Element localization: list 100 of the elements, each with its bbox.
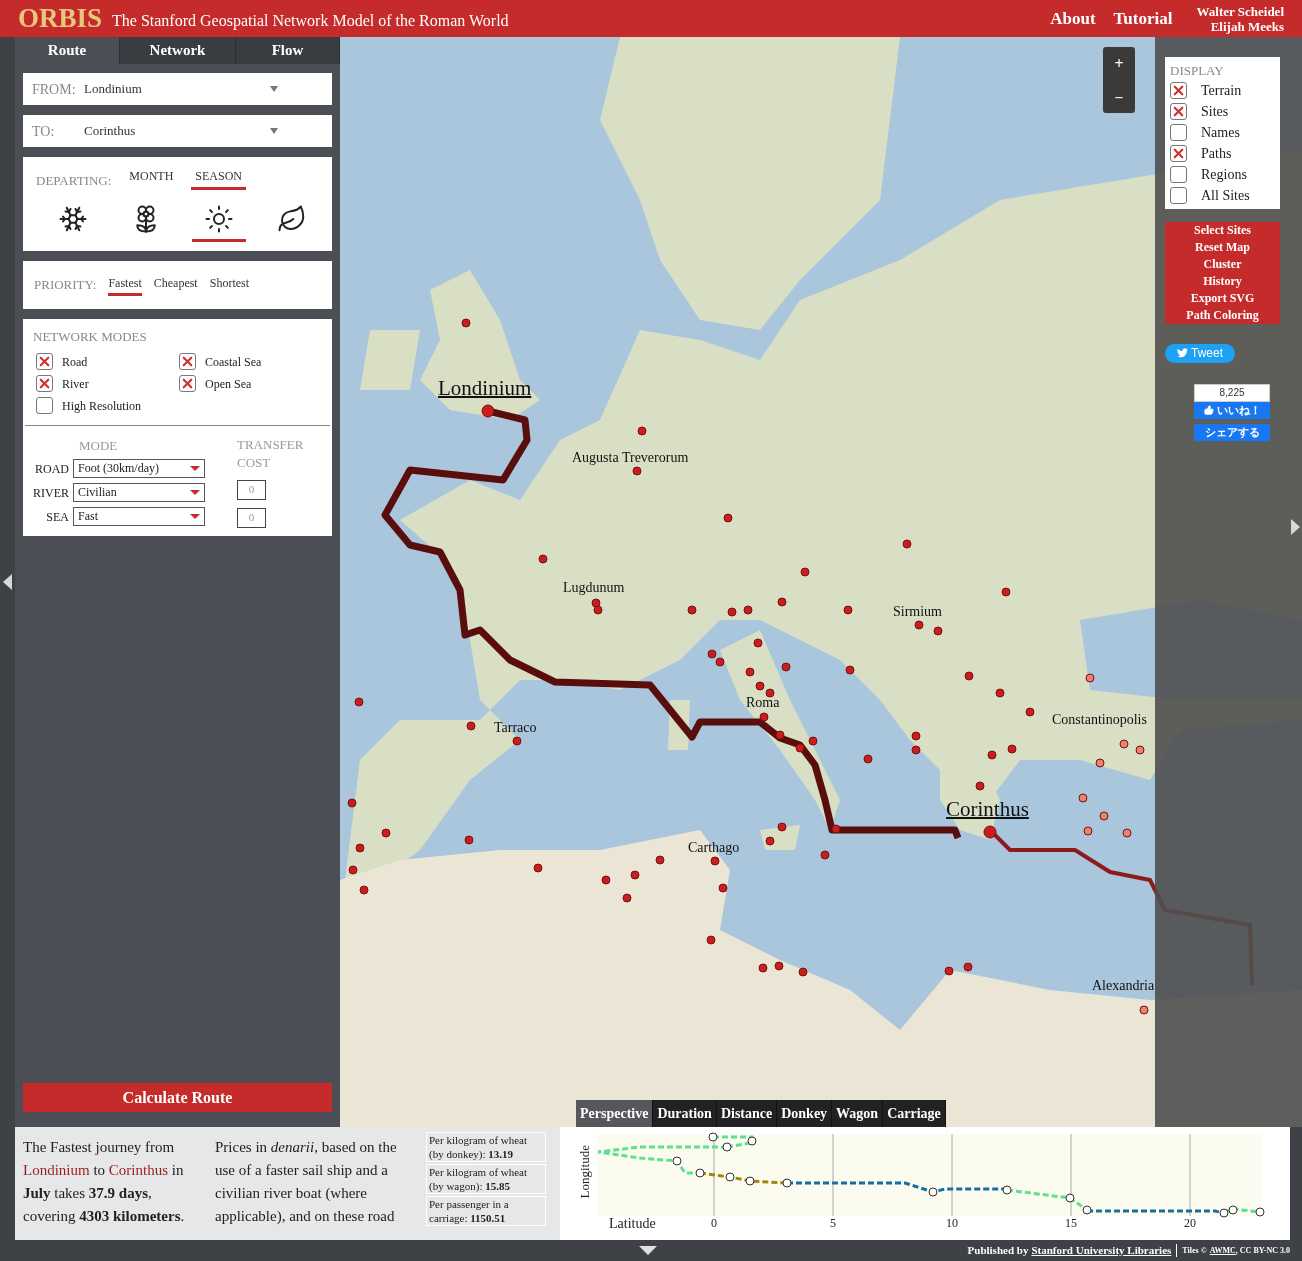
leaf-icon[interactable] [276,203,307,234]
site-marker[interactable] [753,638,763,648]
site-marker[interactable] [1122,828,1132,838]
site-marker[interactable] [710,856,720,866]
chart-tab[interactable]: Perspective [576,1100,654,1127]
checkbox[interactable] [1170,165,1187,183]
priority-option[interactable]: Shortest [209,274,250,296]
site-marker[interactable] [765,688,775,698]
site-marker[interactable] [632,466,642,476]
checkbox[interactable] [1170,81,1187,99]
calculate-route-button[interactable]: Calculate Route [23,1083,332,1112]
site-marker[interactable] [727,607,737,617]
site-marker[interactable] [911,731,921,741]
action-button[interactable]: Select Sites [1165,221,1280,239]
chart-tab[interactable]: Donkey [777,1100,833,1127]
expand-down-icon[interactable] [639,1246,657,1255]
site-marker[interactable] [538,554,548,564]
site-marker[interactable] [983,825,997,839]
checkbox[interactable] [179,375,196,392]
site-marker[interactable] [759,712,769,722]
mode-select[interactable]: Fast [73,506,205,526]
site-marker[interactable] [354,697,364,707]
site-marker[interactable] [781,662,791,672]
place-select[interactable]: TO: Corinthus [23,115,332,147]
site-marker[interactable] [1083,826,1093,836]
site-marker[interactable] [687,605,697,615]
site-marker[interactable] [355,843,365,853]
site-marker[interactable] [591,598,601,608]
site-marker[interactable] [777,597,787,607]
nav-link[interactable]: About [1050,5,1096,32]
site-marker[interactable] [944,966,954,976]
site-marker[interactable] [758,963,768,973]
departing-tab[interactable]: MONTH [125,167,178,190]
mode-select[interactable]: Civilian [73,482,205,502]
sun-icon[interactable] [203,203,234,234]
chart-tab[interactable]: Duration [653,1100,717,1127]
chart-tab[interactable]: Wagon [832,1100,884,1127]
site-marker[interactable] [831,824,841,834]
site-marker[interactable] [1135,745,1145,755]
site-marker[interactable] [466,721,476,731]
site-marker[interactable] [798,967,808,977]
site-marker[interactable] [745,667,755,677]
site-marker[interactable] [347,798,357,808]
site-marker[interactable] [723,513,733,523]
chart-tab[interactable]: Carriage [883,1100,946,1127]
site-marker[interactable] [381,828,391,838]
site-marker[interactable] [902,539,912,549]
site-marker[interactable] [774,961,784,971]
site-marker[interactable] [655,855,665,865]
place-select[interactable]: FROM: Londinium [23,73,332,105]
site-marker[interactable] [765,836,775,846]
collapse-right-icon[interactable] [1291,519,1300,535]
chart-tab[interactable]: Distance [716,1100,778,1127]
checkbox[interactable] [1170,144,1187,162]
site-marker[interactable] [963,962,973,972]
site-marker[interactable] [1095,758,1105,768]
site-marker[interactable] [800,567,810,577]
site-marker[interactable] [715,657,725,667]
site-marker[interactable] [533,863,543,873]
site-marker[interactable] [808,736,818,746]
priority-option[interactable]: Cheapest [153,274,198,296]
site-marker[interactable] [601,875,611,885]
site-marker[interactable] [843,605,853,615]
site-marker[interactable] [1119,739,1129,749]
site-marker[interactable] [995,688,1005,698]
checkbox[interactable] [36,375,53,392]
site-marker[interactable] [845,665,855,675]
site-marker[interactable] [1099,811,1109,821]
site-marker[interactable] [461,318,471,328]
departing-tab[interactable]: SEASON [191,167,246,190]
site-marker[interactable] [593,605,603,615]
panel-tab[interactable]: Network [120,37,236,64]
site-marker[interactable] [914,620,924,630]
map[interactable] [340,37,1302,1127]
site-marker[interactable] [718,883,728,893]
checkbox[interactable] [36,353,53,370]
site-marker[interactable] [933,626,943,636]
priority-option[interactable]: Fastest [108,274,142,296]
site-marker[interactable] [512,736,522,746]
site-marker[interactable] [1085,673,1095,683]
site-marker[interactable] [1025,707,1035,717]
checkbox[interactable] [36,397,53,414]
site-marker[interactable] [359,885,369,895]
site-marker[interactable] [622,893,632,903]
publisher-link[interactable]: Stanford University Libraries [1031,1242,1172,1259]
site-marker[interactable] [755,681,765,691]
checkbox[interactable] [1170,186,1187,204]
zoom-out-button[interactable]: – [1103,80,1135,113]
checkbox[interactable] [1170,102,1187,120]
tiles-link[interactable]: AWMC [1209,1244,1236,1257]
share-button[interactable]: シェアする [1194,423,1270,441]
site-marker[interactable] [1007,744,1017,754]
checkbox[interactable] [179,353,196,370]
site-marker[interactable] [637,426,647,436]
site-marker[interactable] [1001,587,1011,597]
site-marker[interactable] [964,671,974,681]
site-marker[interactable] [1078,793,1088,803]
site-marker[interactable] [630,870,640,880]
site-marker[interactable] [777,822,787,832]
site-marker[interactable] [975,781,985,791]
